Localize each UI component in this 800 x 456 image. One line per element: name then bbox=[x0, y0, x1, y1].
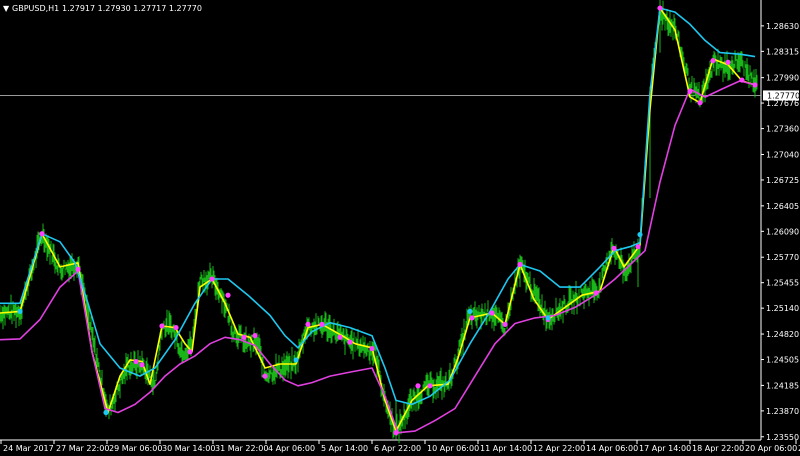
y-tick-label: 1.25770 bbox=[766, 253, 799, 262]
signal-marker-pink bbox=[347, 339, 353, 345]
x-tick-label: 11 Apr 14:00 bbox=[480, 444, 532, 453]
signal-marker-pink bbox=[697, 100, 703, 106]
y-tick-label: 1.25140 bbox=[766, 304, 799, 313]
y-tick-label: 1.26725 bbox=[766, 176, 799, 185]
x-tick-label: 27 Mar 22:00 bbox=[56, 444, 109, 453]
y-tick-label: 1.27990 bbox=[766, 74, 799, 83]
signal-marker-pink bbox=[305, 321, 311, 327]
signal-marker-pink bbox=[593, 290, 599, 296]
chart-symbol-label: GBPUSD,H1 bbox=[12, 4, 59, 13]
y-tick-label: 1.28630 bbox=[766, 22, 799, 31]
signal-marker-pink bbox=[752, 82, 758, 88]
y-tick-label: 1.24820 bbox=[766, 330, 799, 339]
signal-marker-pink bbox=[687, 88, 693, 94]
x-tick-label: 20 Apr 06:00 bbox=[745, 444, 797, 453]
y-tick-label: 1.27360 bbox=[766, 125, 799, 134]
signal-marker-pink bbox=[489, 310, 495, 316]
x-tick-label: 12 Apr 22:00 bbox=[533, 444, 585, 453]
signal-marker-pink bbox=[710, 58, 716, 64]
signal-marker-pink bbox=[159, 323, 165, 329]
x-tick-label: 31 Mar 22:00 bbox=[215, 444, 268, 453]
signal-marker-cyan bbox=[103, 409, 109, 416]
signal-marker-pink bbox=[635, 244, 641, 250]
signal-marker-pink bbox=[262, 373, 268, 379]
signal-marker-pink bbox=[393, 430, 399, 436]
signal-marker-pink bbox=[657, 5, 663, 11]
signal-marker-cyan bbox=[637, 231, 643, 238]
signal-marker-pink bbox=[517, 261, 523, 268]
signal-marker-pink bbox=[133, 358, 139, 365]
current-price-label: 1.27770 bbox=[767, 91, 800, 100]
y-tick-label: 1.26405 bbox=[766, 202, 799, 211]
x-tick-label: 30 Mar 14:00 bbox=[162, 444, 215, 453]
signal-marker-cyan bbox=[17, 308, 23, 314]
signal-marker-pink bbox=[427, 383, 433, 389]
signal-marker-pink bbox=[139, 362, 145, 368]
x-tick-label: 17 Apr 14:00 bbox=[639, 444, 691, 453]
x-tick-label: 6 Apr 22:00 bbox=[374, 444, 421, 453]
x-tick-label: 14 Apr 06:00 bbox=[586, 444, 638, 453]
signal-marker-pink bbox=[502, 321, 508, 327]
signal-marker-pink bbox=[187, 349, 193, 355]
signal-marker-pink bbox=[173, 324, 179, 331]
y-tick-label: 1.24505 bbox=[766, 356, 799, 365]
signal-marker-pink bbox=[75, 266, 81, 272]
signal-marker-cyan bbox=[293, 357, 299, 363]
signal-marker-pink bbox=[209, 276, 215, 282]
x-tick-label: 18 Apr 22:00 bbox=[692, 444, 744, 453]
signal-marker-pink bbox=[337, 334, 343, 340]
signal-marker-pink bbox=[725, 59, 731, 65]
signal-marker-cyan bbox=[545, 315, 551, 321]
y-tick-label: 1.28315 bbox=[766, 47, 799, 56]
signal-marker-pink bbox=[469, 315, 475, 321]
signal-marker-pink bbox=[225, 292, 231, 298]
signal-marker-pink bbox=[611, 245, 617, 251]
y-tick-label: 1.23870 bbox=[766, 407, 799, 416]
y-tick-label: 1.25455 bbox=[766, 279, 799, 288]
signal-marker-cyan bbox=[467, 308, 473, 314]
x-tick-label: 4 Apr 06:00 bbox=[268, 444, 315, 453]
y-tick-label: 1.26090 bbox=[766, 227, 799, 236]
y-tick-label: 1.23550 bbox=[766, 433, 799, 442]
y-tick-label: 1.27040 bbox=[766, 150, 799, 159]
x-tick-label: 10 Apr 06:00 bbox=[427, 444, 479, 453]
x-tick-label: 24 Mar 2017 bbox=[3, 444, 54, 453]
signal-marker-pink bbox=[241, 334, 247, 340]
signal-marker-pink bbox=[739, 77, 745, 83]
signal-marker-pink bbox=[319, 321, 325, 327]
y-tick-label: 1.24185 bbox=[766, 381, 799, 390]
signal-marker-pink bbox=[369, 346, 375, 352]
chart-ohlc-values: 1.27917 1.27930 1.27717 1.27770 bbox=[62, 4, 202, 13]
x-tick-label: 29 Mar 06:00 bbox=[109, 444, 162, 453]
signal-marker-pink bbox=[415, 383, 421, 389]
chart-canvas[interactable]: 1.286301.283151.279901.276761.273601.270… bbox=[0, 0, 800, 456]
signal-marker-pink bbox=[252, 333, 258, 339]
x-tick-label: 5 Apr 14:00 bbox=[321, 444, 368, 453]
symbol-dropdown-icon[interactable]: ▼ bbox=[3, 4, 10, 13]
signal-marker-pink bbox=[39, 231, 45, 237]
